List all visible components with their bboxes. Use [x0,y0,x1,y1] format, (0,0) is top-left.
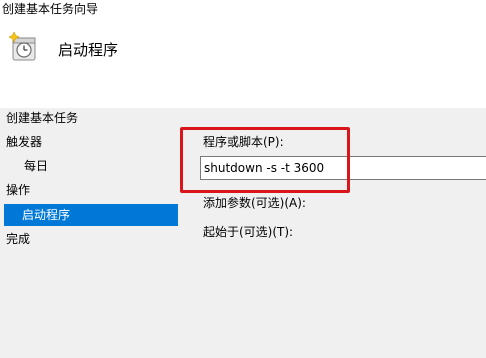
step-action[interactable]: 操作 [6,182,30,198]
arguments-label: 添加参数(可选)(A): [203,196,306,210]
step-create-basic-task[interactable]: 创建基本任务 [6,110,78,126]
step-start-program-label: 启动程序 [22,208,71,222]
window-title: 创建基本任务向导 [2,2,99,16]
start-in-label: 起始于(可选)(T): [203,225,294,239]
highlight-annotation-box [180,127,350,193]
wizard-header: 创建基本任务向导 启动程序 [0,0,486,108]
wizard-steps-pane: 创建基本任务 触发器 每日 操作 启动程序 完成 [0,108,180,358]
step-start-program[interactable]: 启动程序 [4,204,178,226]
step-daily[interactable]: 每日 [24,158,48,174]
page-heading: 启动程序 [58,41,119,59]
step-finish[interactable]: 完成 [6,231,30,247]
task-clock-icon [9,32,36,61]
step-trigger[interactable]: 触发器 [6,134,42,150]
